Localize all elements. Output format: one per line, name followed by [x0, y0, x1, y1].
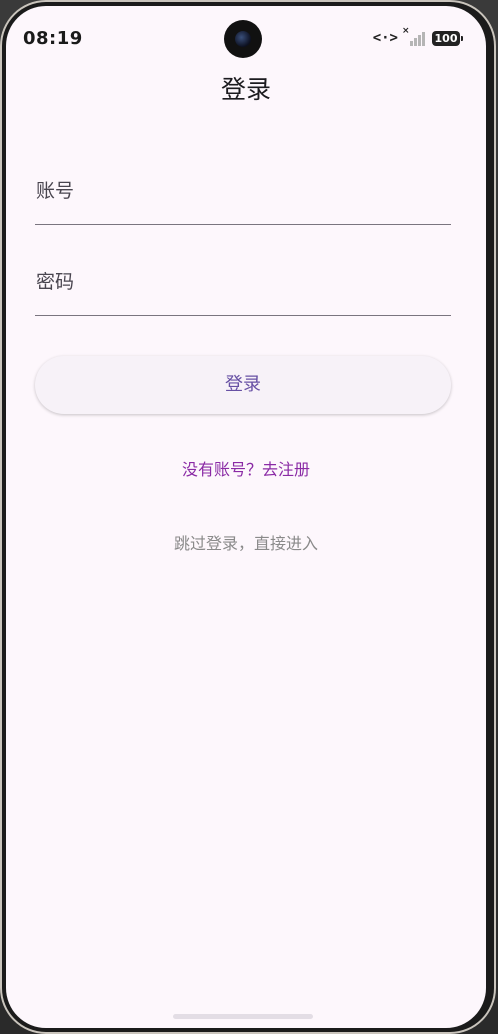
password-field[interactable]: 密码 [35, 255, 455, 317]
skip-login-link[interactable]: 跳过登录，直接进入 [6, 530, 486, 554]
home-indicator[interactable] [173, 1014, 313, 1019]
password-input[interactable] [35, 255, 455, 317]
battery-icon: 100 [432, 30, 463, 46]
camera-lens [235, 31, 251, 47]
status-icons: <·> × 100 [372, 26, 463, 46]
account-field[interactable]: 账号 [35, 164, 455, 226]
signal-icon: × [402, 26, 428, 46]
login-button[interactable]: 登录 [35, 356, 451, 414]
account-input[interactable] [35, 164, 455, 226]
status-time: 08:19 [23, 28, 83, 49]
phone-frame: 08:19 <·> × 100 登录 账号 密码 登录 没有账号？去注册 跳过登… [0, 0, 496, 1034]
front-camera-icon [224, 20, 262, 58]
register-link[interactable]: 没有账号？去注册 [6, 456, 486, 480]
app-screen: 08:19 <·> × 100 登录 账号 密码 登录 没有账号？去注册 跳过登… [6, 6, 486, 1028]
data-transfer-icon: <·> [372, 30, 398, 46]
page-title: 登录 [220, 75, 271, 104]
